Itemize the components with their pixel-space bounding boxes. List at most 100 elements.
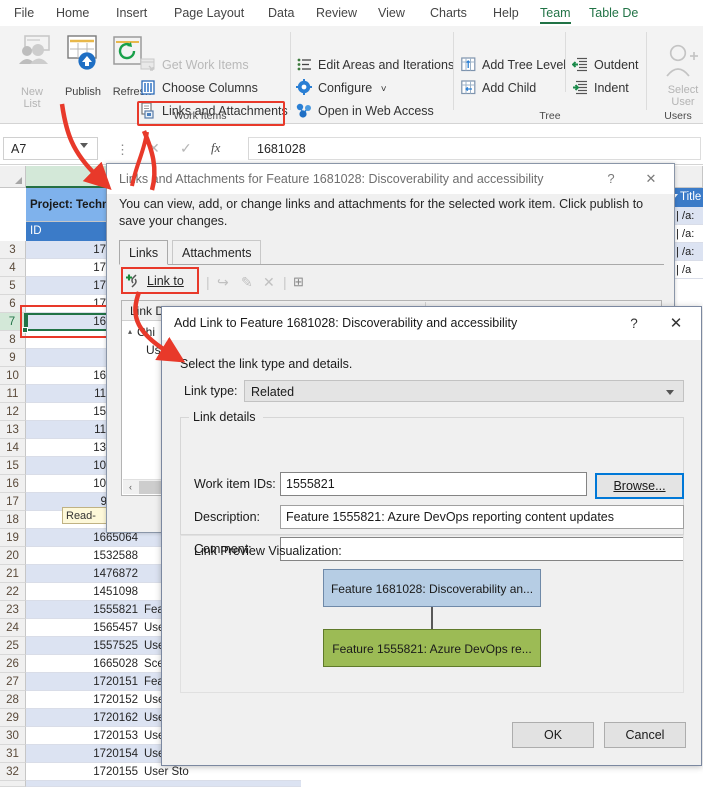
cell-id[interactable]: 1451098 xyxy=(26,583,141,601)
row-header[interactable]: 13 xyxy=(0,421,26,439)
open-in-web-access-button[interactable]: Open in Web Access xyxy=(296,100,434,122)
row-header[interactable]: 15 xyxy=(0,457,26,475)
confirm-icon[interactable]: ✓ xyxy=(180,140,192,157)
row-header[interactable]: 12 xyxy=(0,403,26,421)
formula-bar-overflow-icon[interactable]: ⋮ xyxy=(116,142,129,158)
ok-button[interactable]: OK xyxy=(512,722,594,748)
tab-help[interactable]: Help xyxy=(487,0,525,26)
row-header[interactable]: 21 xyxy=(0,565,26,583)
cell-id[interactable]: 1720162 xyxy=(26,709,141,727)
cell-id[interactable]: 1720154 xyxy=(26,745,141,763)
preview-source-node: Feature 1681028: Discoverability an... xyxy=(323,569,541,607)
tab-table-design[interactable]: Table De xyxy=(583,0,644,26)
row-header[interactable]: 23 xyxy=(0,601,26,619)
row-header[interactable]: 19 xyxy=(0,529,26,547)
cell-partial xyxy=(26,781,301,787)
edit-link-icon[interactable]: ✎ xyxy=(241,274,253,291)
cell-id[interactable]: 1720152 xyxy=(26,691,141,709)
formula-input[interactable]: 1681028 xyxy=(248,137,701,160)
links-list-group-row[interactable]: ▴ Chi xyxy=(128,325,155,339)
tab-data[interactable]: Data xyxy=(262,0,300,26)
row-header[interactable]: 10 xyxy=(0,367,26,385)
tab-file[interactable]: File xyxy=(8,0,40,26)
cancel-icon[interactable]: ✕ xyxy=(148,140,160,157)
select-all-corner[interactable] xyxy=(0,166,26,188)
chevron-down-icon[interactable] xyxy=(666,390,674,395)
cell-id[interactable]: 1532588 xyxy=(26,547,141,565)
row-header[interactable]: 5 xyxy=(0,277,26,295)
link-columns-icon[interactable]: ⊞ xyxy=(293,274,304,290)
row-header[interactable]: 11 xyxy=(0,385,26,403)
row-header[interactable]: 14 xyxy=(0,439,26,457)
help-icon[interactable]: ? xyxy=(598,169,624,189)
choose-columns-button[interactable]: Choose Columns xyxy=(140,77,258,99)
configure-icon xyxy=(296,79,312,95)
work-item-ids-label: Work item IDs: xyxy=(194,477,276,491)
row-header[interactable]: 27 xyxy=(0,673,26,691)
row-header[interactable]: 29 xyxy=(0,709,26,727)
row-header[interactable]: 4 xyxy=(0,259,26,277)
row-header[interactable]: 26 xyxy=(0,655,26,673)
help-icon[interactable]: ? xyxy=(621,313,647,334)
row-header[interactable]: 22 xyxy=(0,583,26,601)
row-header[interactable]: 18 xyxy=(0,511,26,529)
tab-attachments[interactable]: Attachments xyxy=(172,240,262,265)
cell-id[interactable]: 1720153 xyxy=(26,727,141,745)
cell-id[interactable]: 1555821 xyxy=(26,601,141,619)
row-header[interactable]: 28 xyxy=(0,691,26,709)
row-header[interactable]: 17 xyxy=(0,493,26,511)
row-header[interactable]: 9 xyxy=(0,349,26,367)
tab-view[interactable]: View xyxy=(372,0,411,26)
ribbon-tab-bar: File Home Insert Page Layout Data Review… xyxy=(0,0,703,26)
row-header[interactable]: 24 xyxy=(0,619,26,637)
row-header[interactable]: 32 xyxy=(0,763,26,781)
edit-areas-button[interactable]: Edit Areas and Iterations xyxy=(296,54,454,76)
formula-bar: A7 ⋮ ✕ ✓ fx 1681028 xyxy=(0,133,703,165)
row-header[interactable] xyxy=(0,781,26,787)
row-header[interactable]: 3 xyxy=(0,241,26,259)
row-header[interactable]: 30 xyxy=(0,727,26,745)
browse-label: Browse... xyxy=(613,479,666,493)
links-list-item-row[interactable]: Us xyxy=(146,343,161,357)
row-header[interactable]: 31 xyxy=(0,745,26,763)
tab-review[interactable]: Review xyxy=(310,0,363,26)
link-type-select[interactable]: Related xyxy=(244,380,684,402)
row-header[interactable]: 25 xyxy=(0,637,26,655)
browse-button[interactable]: Browse... xyxy=(595,473,684,499)
tab-home[interactable]: Home xyxy=(50,0,95,26)
cancel-button[interactable]: Cancel xyxy=(604,722,686,748)
tab-page-layout[interactable]: Page Layout xyxy=(168,0,250,26)
tab-team[interactable]: Team xyxy=(534,0,577,26)
tab-links[interactable]: Links xyxy=(119,240,169,265)
tab-insert[interactable]: Insert xyxy=(110,0,153,26)
cell-id[interactable]: 1720151 xyxy=(26,673,141,691)
new-list-button[interactable]: New List xyxy=(4,86,60,110)
close-icon[interactable]: ✕ xyxy=(638,169,664,189)
close-icon[interactable]: ✕ xyxy=(663,313,689,334)
cell-id[interactable]: 1665028 xyxy=(26,655,141,673)
cell-id[interactable]: 1565457 xyxy=(26,619,141,637)
row-header[interactable]: 20 xyxy=(0,547,26,565)
tab-charts[interactable]: Charts xyxy=(424,0,473,26)
cell-id[interactable]: 1720155 xyxy=(26,763,141,781)
group-label-tree: Tree xyxy=(539,110,561,122)
cell-id[interactable]: 1476872 xyxy=(26,565,141,583)
insert-function-icon[interactable]: fx xyxy=(211,140,220,156)
open-link-icon[interactable]: ↪ xyxy=(217,274,229,291)
description-input[interactable]: Feature 1555821: Azure DevOps reporting … xyxy=(280,505,684,529)
row-header[interactable]: 16 xyxy=(0,475,26,493)
indent-label: Indent xyxy=(594,81,629,95)
scroll-left-icon[interactable]: ‹ xyxy=(123,480,138,495)
cell-id[interactable]: 1557525 xyxy=(26,637,141,655)
publish-button[interactable]: Publish xyxy=(55,86,111,98)
delete-link-icon[interactable]: ✕ xyxy=(263,274,275,291)
work-item-ids-input[interactable]: 1555821 xyxy=(280,472,587,496)
expander-icon[interactable]: ▴ xyxy=(128,327,132,336)
name-box[interactable]: A7 xyxy=(3,137,98,160)
select-user-button[interactable]: Select User xyxy=(655,84,703,108)
add-link-title-bar[interactable]: Add Link to Feature 1681028: Discoverabi… xyxy=(162,307,701,340)
web-access-icon xyxy=(296,103,311,118)
get-work-items-button[interactable]: Get Work Items xyxy=(140,54,249,76)
links-dialog-title-bar[interactable]: Links and Attachments for Feature 168102… xyxy=(107,164,674,194)
name-box-dropdown-icon[interactable] xyxy=(80,143,88,148)
